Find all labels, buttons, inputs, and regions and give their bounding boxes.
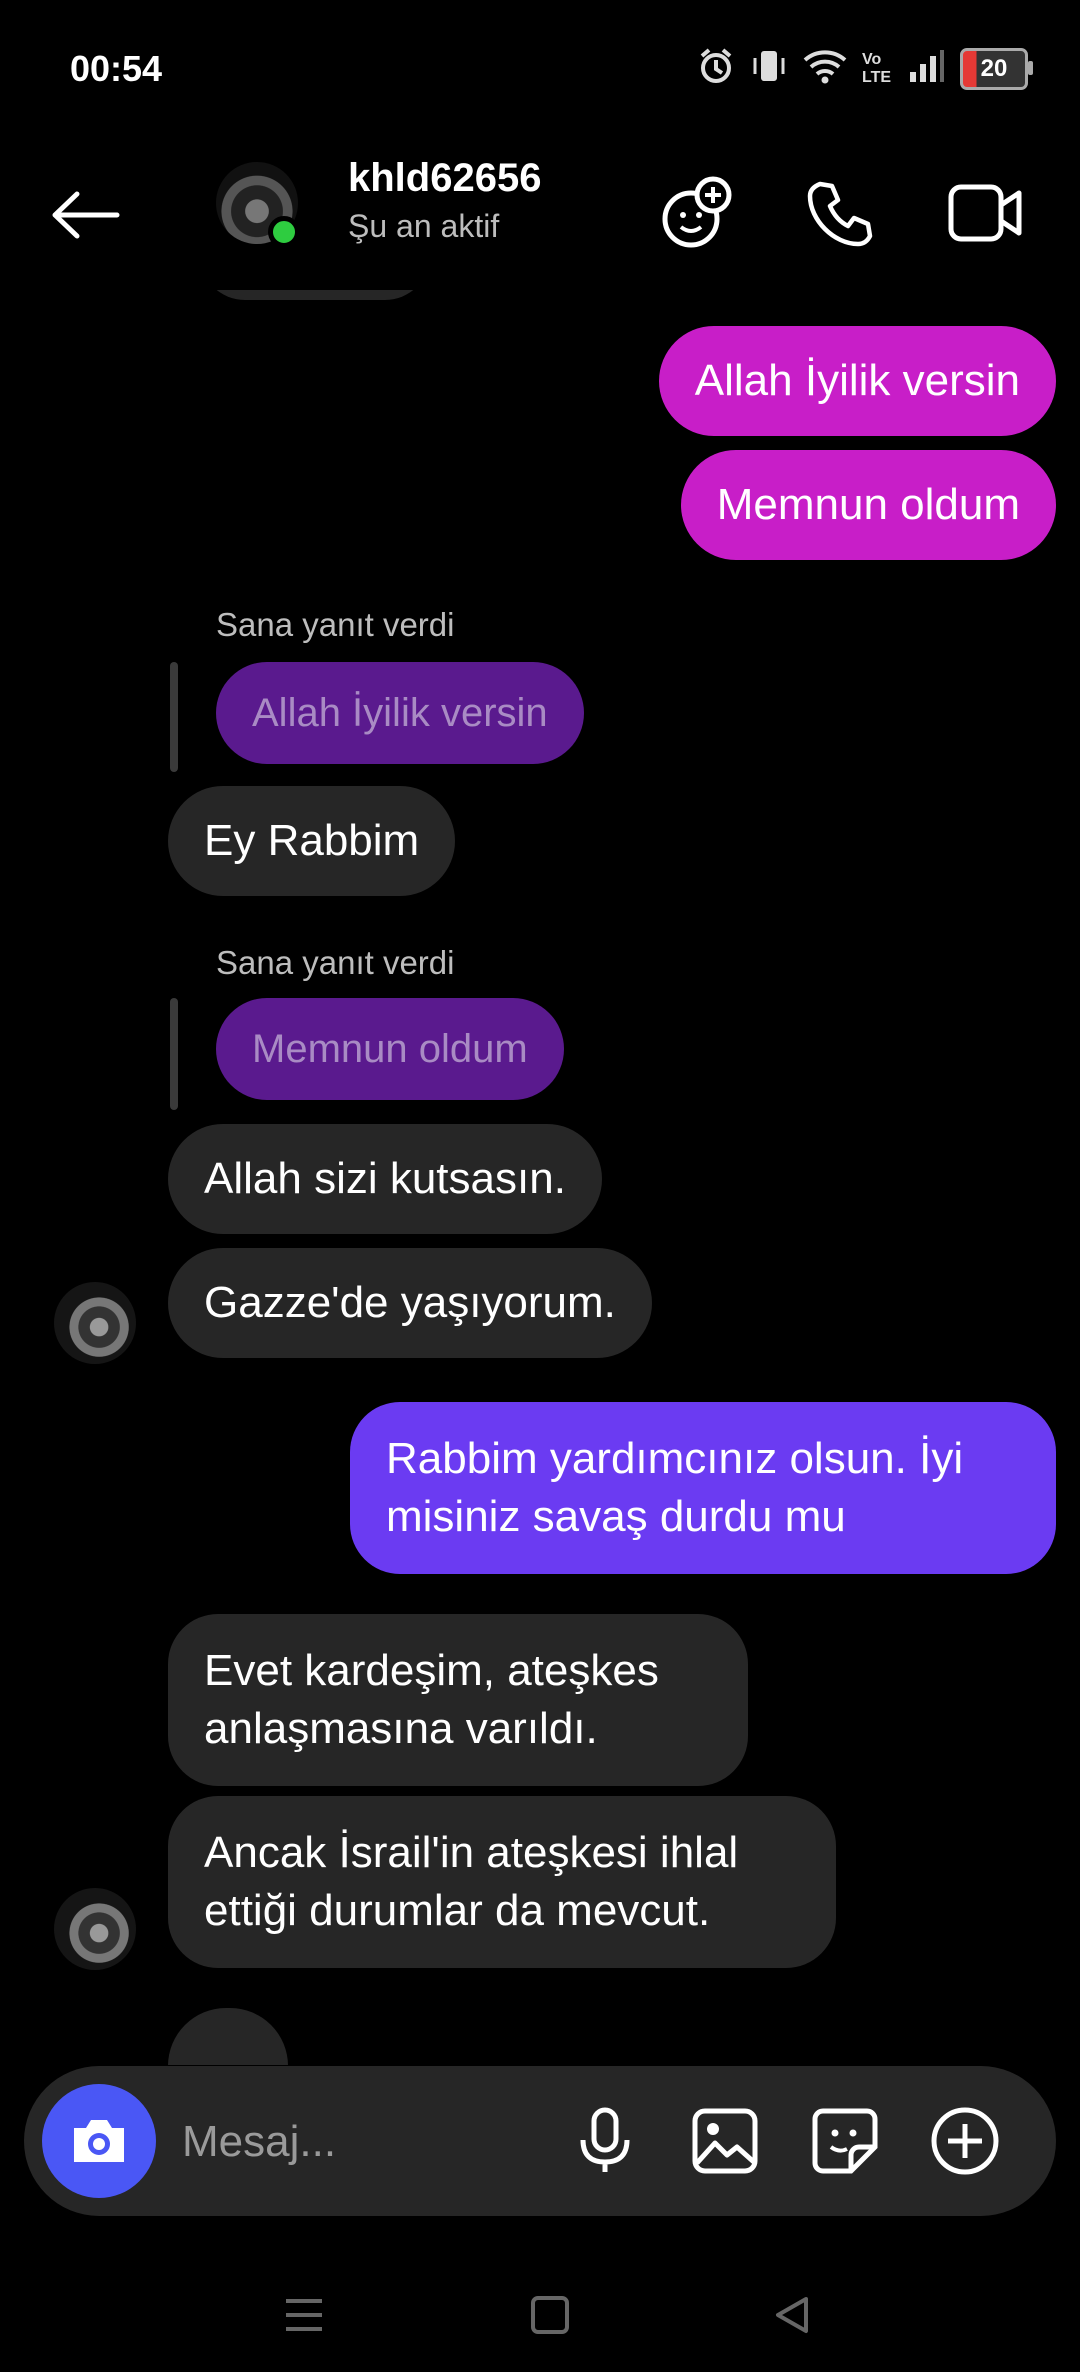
message-incoming[interactable]: Evet kardeşim, ateşkes anlaşmasına varıl… xyxy=(168,1614,748,1786)
online-indicator xyxy=(268,216,300,248)
message-incoming[interactable]: Allah sizi kutsasın. xyxy=(168,1124,602,1234)
message-input[interactable] xyxy=(180,2106,564,2178)
signal-icon xyxy=(906,46,946,91)
volte-icon: Vo LTE xyxy=(862,50,892,86)
status-bar: 00:54 Vo LTE 20 xyxy=(0,0,1080,140)
microphone-icon xyxy=(580,2107,630,2172)
message-incoming[interactable]: Ancak İsrail'in ateşkesi ihlal ettiği du… xyxy=(168,1796,836,1968)
voice-message-button[interactable] xyxy=(566,2102,644,2180)
message-outgoing[interactable]: Memnun oldum xyxy=(680,450,1056,560)
camera-icon xyxy=(74,2120,124,2162)
alarm-icon xyxy=(696,46,736,91)
reply-label: Sana yanıt verdi xyxy=(216,606,455,643)
sender-avatar[interactable] xyxy=(54,1888,136,1970)
message-incoming[interactable]: Gazze'de yaşıyorum. xyxy=(168,1248,652,1358)
more-options-button[interactable] xyxy=(926,2102,1004,2180)
camera-button[interactable] xyxy=(42,2084,156,2198)
voice-call-button[interactable] xyxy=(796,168,886,258)
reply-quote-bar xyxy=(170,662,178,772)
sender-avatar[interactable] xyxy=(54,1282,136,1364)
message-bubble-partial[interactable] xyxy=(200,290,430,300)
message-thread[interactable]: Allah İyilik versin Memnun oldum Sana ya… xyxy=(0,290,1080,2065)
quoted-message[interactable]: Memnun oldum xyxy=(216,998,564,1100)
message-composer xyxy=(24,2066,1056,2216)
effects-button[interactable] xyxy=(652,168,742,258)
sticker-button[interactable] xyxy=(806,2102,884,2180)
partial-emoji-icon xyxy=(168,2008,288,2065)
recent-apps-button[interactable] xyxy=(264,2280,344,2350)
wifi-icon xyxy=(802,46,848,91)
home-button[interactable] xyxy=(510,2280,590,2350)
video-icon xyxy=(948,184,1022,242)
status-icons: Vo LTE 20 xyxy=(696,46,1033,91)
nav-back-icon xyxy=(776,2297,808,2333)
quoted-message[interactable]: Allah İyilik versin xyxy=(216,662,584,764)
home-icon xyxy=(531,2296,569,2334)
chat-header: khld62656 Şu an aktif xyxy=(0,140,1080,290)
back-arrow-icon xyxy=(52,191,120,239)
clock: 00:54 xyxy=(70,48,163,89)
gallery-icon xyxy=(692,2108,758,2174)
contact-status: Şu an aktif xyxy=(348,208,500,244)
video-call-button[interactable] xyxy=(940,168,1030,258)
typing-or-reaction-bubble[interactable] xyxy=(168,2008,288,2065)
sticker-icon xyxy=(812,2108,878,2174)
contact-username[interactable]: khld62656 xyxy=(348,156,541,201)
reply-label: Sana yanıt verdi xyxy=(216,944,455,981)
system-nav-bar xyxy=(0,2260,1080,2372)
reply-quote-bar xyxy=(170,998,178,1110)
message-outgoing[interactable]: Rabbim yardımcınız olsun. İyi misiniz sa… xyxy=(350,1402,1056,1574)
message-incoming[interactable]: Ey Rabbim xyxy=(168,786,456,896)
system-back-button[interactable] xyxy=(752,2280,832,2350)
plus-icon xyxy=(931,2107,999,2175)
message-outgoing[interactable]: Allah İyilik versin xyxy=(658,326,1056,436)
phone-icon xyxy=(807,181,873,247)
menu-icon xyxy=(286,2299,322,2331)
vibrate-icon xyxy=(750,46,788,91)
gallery-button[interactable] xyxy=(686,2102,764,2180)
add-friend-effects-icon xyxy=(662,176,732,248)
back-button[interactable] xyxy=(40,180,130,250)
battery-indicator: 20 xyxy=(960,47,1033,90)
